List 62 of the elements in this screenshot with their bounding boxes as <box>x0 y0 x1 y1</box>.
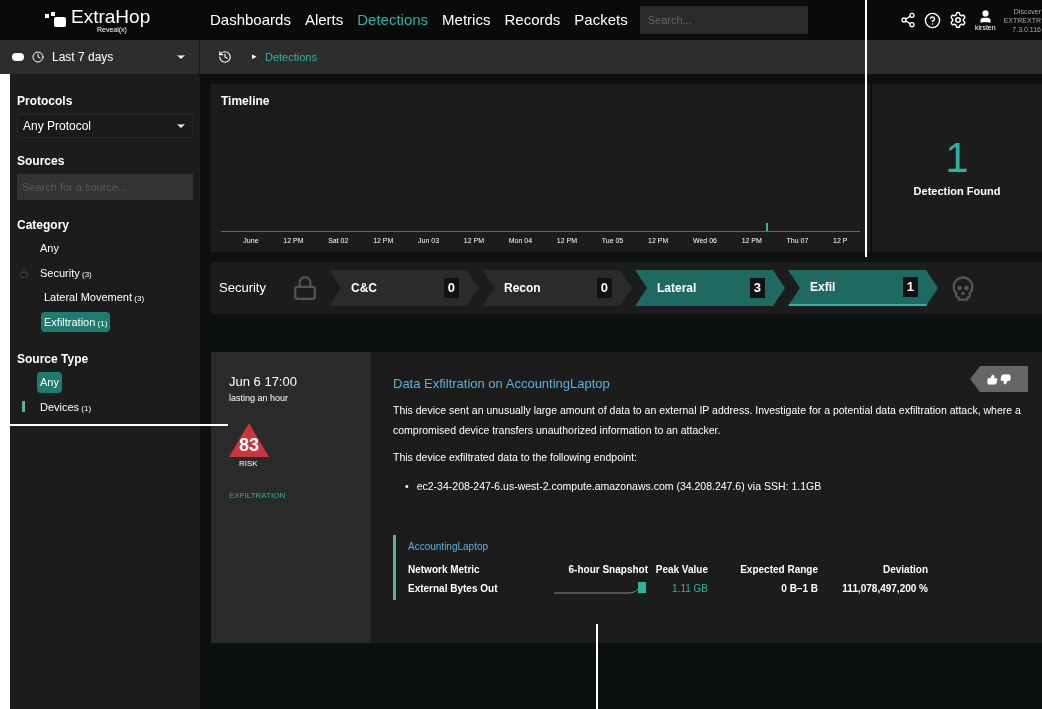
logo-icon <box>45 12 67 28</box>
logo-name: ExtraHop <box>71 7 151 26</box>
nav-tab[interactable]: Packets <box>574 8 628 32</box>
breadcrumb-arrow: ▸ <box>252 50 257 64</box>
endpoint-item: ec2-34-208-247-6.us-west-2.compute.amazonaws.com (34.208.247.6) via SSH: 1.1GB <box>416 479 822 495</box>
chain-stage[interactable]: Exfil 1 <box>788 270 938 306</box>
column-header: 6-hour Snapshot <box>567 563 648 577</box>
table-cell-text: External Bytes Out <box>408 582 499 596</box>
column-header: Expected Range <box>739 563 818 577</box>
table-cell-text: 0 B–1 B <box>780 582 818 596</box>
detection-count: 1 <box>945 136 969 179</box>
category-label: EXFILTRATION <box>229 490 287 502</box>
filter-item[interactable]: Any <box>37 372 62 393</box>
table-cell-text: 1.11 GB <box>671 582 708 596</box>
detection-time: Jun 6 17:00 <box>229 373 298 391</box>
nav-tab[interactable]: Alerts <box>304 8 344 32</box>
chain-title: Security <box>219 279 267 298</box>
table-cell-text: 111,078,497,200 % <box>841 582 928 596</box>
detection-count-label: Detection Found <box>913 183 1001 199</box>
lock-icon <box>292 275 318 301</box>
column-header: Peak Value <box>654 563 708 577</box>
chain-stage[interactable]: C&C 0 <box>329 270 479 306</box>
breadcrumb-link[interactable]: Detections <box>265 48 317 66</box>
search-field[interactable]: Search... <box>639 6 808 34</box>
nav-tab[interactable]: Detections <box>357 8 429 32</box>
user-icon[interactable] <box>977 9 993 24</box>
risk-label: RISK <box>239 458 259 470</box>
filter-item[interactable]: Lateral Movement (3) <box>41 287 148 308</box>
nav-tab[interactable]: Records <box>504 8 561 32</box>
toggle-icon[interactable] <box>12 53 24 61</box>
chain-stage[interactable]: Lateral 3 <box>635 270 785 306</box>
network-icon[interactable] <box>900 12 917 28</box>
feedback-button[interactable] <box>970 366 1028 392</box>
nav-tab[interactable]: Dashboards <box>210 8 291 32</box>
clock-icon <box>32 51 44 63</box>
nav-tab[interactable]: Metrics <box>442 8 491 32</box>
column-header: Network Metric <box>408 563 481 577</box>
section-title: Protocols <box>17 93 74 110</box>
chain-stage[interactable]: Recon 0 <box>482 270 632 306</box>
history-icon[interactable] <box>218 50 232 64</box>
device-link[interactable]: AccountingLaptop <box>408 539 1028 554</box>
help-icon[interactable] <box>924 11 942 29</box>
filter-item[interactable]: Any <box>37 238 62 259</box>
detection-duration: lasting an hour <box>229 391 290 405</box>
section-title: Source Type <box>17 351 90 368</box>
endpoint-intro: This device exfiltrated data to the following endpoint: <box>393 449 638 465</box>
thumbs-up-icon[interactable] <box>987 373 998 385</box>
thumbs-down-icon[interactable] <box>1000 373 1011 385</box>
filter-item[interactable]: Devices (1) <box>37 396 95 417</box>
section-title: Category <box>17 217 70 234</box>
column-header: Deviation <box>882 563 928 577</box>
panel-title: Timeline <box>221 93 271 110</box>
protocol-dropdown[interactable]: Any Protocol <box>17 114 193 138</box>
detection-title-link[interactable]: Data Exfiltration on AccountingLaptop <box>393 374 610 394</box>
risk-badge: 83 <box>229 423 269 457</box>
time-range-dropdown[interactable]: Last 7 days <box>52 48 187 66</box>
filter-item[interactable]: Exfiltration (1) <box>41 311 111 332</box>
filter-item[interactable]: Security (3) <box>37 262 95 283</box>
detection-description: This device sent an unusually large amount of data to an external IP address. Investigate for a potential data exfiltration attack, where a compromised device transfers unauthorized information to an attacker. <box>393 402 1022 438</box>
bullet-mark: • <box>405 479 409 495</box>
section-title: Sources <box>17 153 66 170</box>
settings-icon[interactable] <box>949 11 968 29</box>
